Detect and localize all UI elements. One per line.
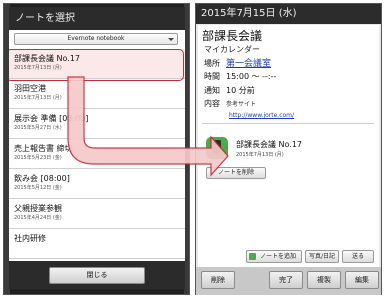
note-item[interactable]: 社内研修 <box>9 229 185 259</box>
action-bar: 削除 完了 複製 編集 <box>196 267 381 295</box>
notebook-select-label: Evernote notebook <box>67 35 125 42</box>
note-item-selected[interactable]: 部課長会議 No.17 2015年7月13日 (月) <box>9 49 185 81</box>
note-date: 2015年5月12日 (金) <box>14 185 62 191</box>
notebook-select[interactable]: Evernote notebook <box>14 33 178 45</box>
send-button[interactable]: 送る <box>342 250 374 263</box>
notify-label: 通知 <box>204 86 220 95</box>
linked-note-title[interactable]: 部課長会議 No.17 <box>236 139 302 150</box>
add-note-label: ノートを追加 <box>259 253 296 260</box>
note-date: 2015年4月24日 (金) <box>14 215 62 221</box>
duplicate-button[interactable]: 複製 <box>307 271 341 289</box>
note-item[interactable]: 売上報告書 締切 2015年5月23日 (金) <box>9 139 185 169</box>
note-picker-dialog: Evernote notebook 部課長会議 No.17 2015年7月13日… <box>9 30 185 261</box>
event-detail-screen: 2015年7月15日 (水) 部課長会議 マイカレンダー 場所 第一会議室 時間 1… <box>195 3 382 295</box>
time-label: 時間 <box>204 72 220 81</box>
done-button[interactable]: 完了 <box>269 271 303 289</box>
note-title: 売上報告書 締切 <box>14 144 73 153</box>
event-title: 部課長会議 <box>202 29 263 43</box>
note-title: 羽田空港 <box>14 84 46 93</box>
content-field: 内容 参考サイト <box>204 98 256 109</box>
content-label: 内容 <box>204 99 220 108</box>
delete-note-button[interactable]: ノートを削除 <box>206 167 266 179</box>
dialog-footer: 閉じる <box>9 261 185 289</box>
note-list: 部課長会議 No.17 2015年7月13日 (月) 羽田空港 2015年7月1… <box>9 49 185 259</box>
place-field: 場所 第一会議室 <box>204 56 271 69</box>
add-note-button[interactable]: ノートを追加 <box>246 250 302 263</box>
date-header: 2015年7月15日 (水) <box>196 4 381 24</box>
note-date: 2015年5月23日 (金) <box>14 155 62 161</box>
calendar-name: マイカレンダー <box>204 45 260 54</box>
note-item[interactable]: 羽田空港 2015年7月13日 (月) <box>9 79 185 109</box>
reference-url[interactable]: http://www.jorte.com/ <box>229 112 294 119</box>
notify-value: 10 分前 <box>226 86 255 95</box>
dialog-title: ノートを選択 <box>9 7 185 30</box>
linked-note-date: 2015年7月13日 (月) <box>236 152 284 158</box>
note-picker-screen: ノートを選択 Evernote notebook 部課長会議 No.17 201… <box>3 3 190 295</box>
note-date: 2015年7月13日 (月) <box>14 95 62 101</box>
note-item[interactable]: 展示会 準備 [08:00] 2015年5月27日 (水) <box>9 109 185 139</box>
notify-field: 通知 10 分前 <box>204 85 255 96</box>
close-button[interactable]: 閉じる <box>49 267 145 284</box>
note-title: 社内研修 <box>14 234 46 243</box>
note-title: 飲み会 [08:00] <box>14 174 70 183</box>
chevron-down-icon <box>168 38 174 41</box>
place-link[interactable]: 第一会議室 <box>226 59 271 69</box>
content-value: 参考サイト <box>226 101 257 108</box>
note-date: 2015年5月27日 (水) <box>14 125 62 131</box>
edit-button[interactable]: 編集 <box>345 271 379 289</box>
note-title: 部課長会議 No.17 <box>14 54 81 63</box>
evernote-icon <box>206 137 228 159</box>
place-label: 場所 <box>204 59 220 68</box>
photo-diary-button[interactable]: 写真/日記 <box>305 250 339 263</box>
delete-button[interactable]: 削除 <box>201 271 235 289</box>
note-title: 父親授業参観 <box>14 204 62 213</box>
event-detail: 部課長会議 マイカレンダー 場所 第一会議室 時間 15:00 〜 --:-- 通知… <box>198 25 379 267</box>
evernote-icon <box>249 253 256 260</box>
note-item[interactable]: 飲み会 [08:00] 2015年5月12日 (金) <box>9 169 185 199</box>
note-title: 展示会 準備 [08:00] <box>14 114 89 123</box>
note-date: 2015年7月13日 (月) <box>14 65 62 71</box>
time-field: 時間 15:00 〜 --:-- <box>204 71 276 82</box>
time-value: 15:00 〜 --:-- <box>226 72 277 81</box>
note-item[interactable]: 父親授業参観 2015年4月24日 (金) <box>9 199 185 229</box>
divider <box>202 123 374 124</box>
